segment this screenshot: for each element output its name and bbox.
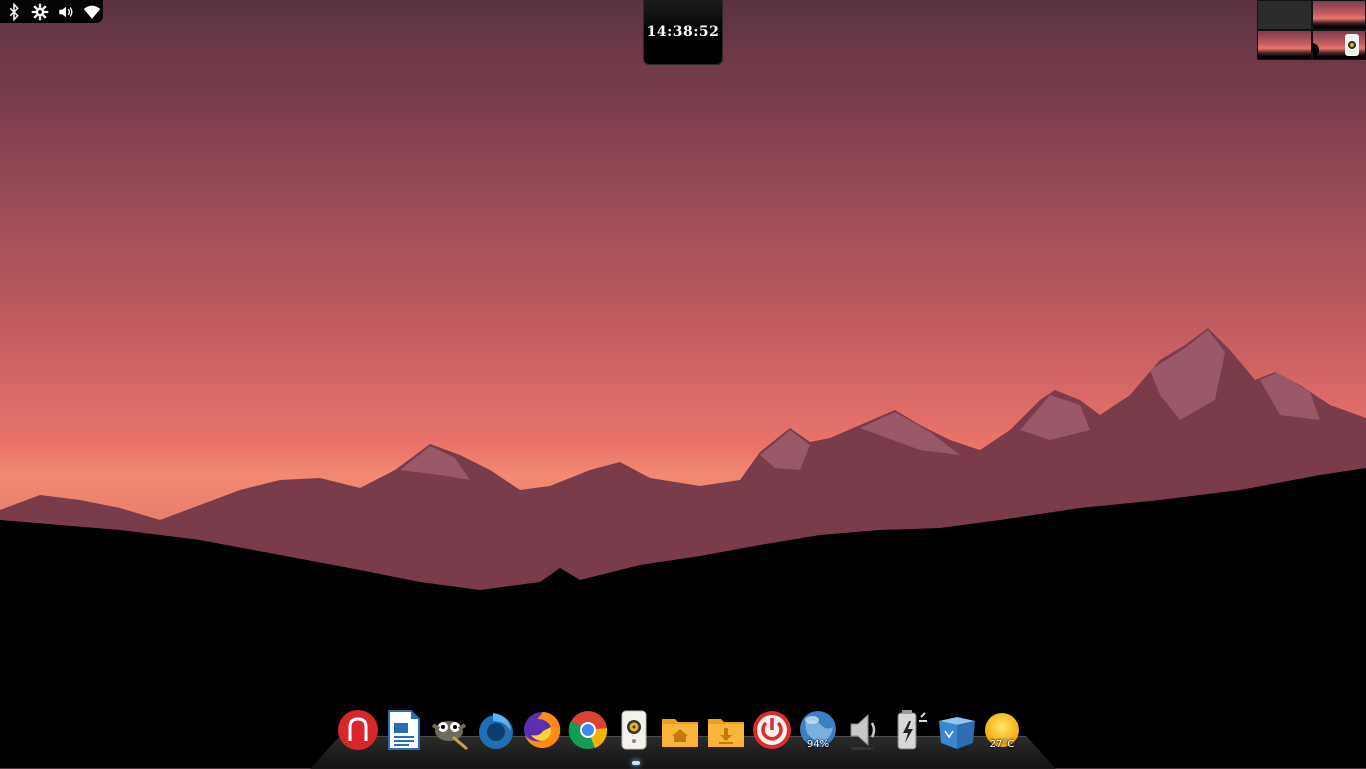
dock-launcher[interactable]	[337, 708, 379, 752]
network-percent-label: 94%	[806, 739, 830, 750]
settings-gear-icon[interactable]	[30, 2, 50, 22]
chrome-icon	[568, 711, 608, 749]
home-folder-icon	[662, 719, 698, 747]
volume-icon[interactable]	[56, 2, 76, 22]
dock-network[interactable]: 94%	[797, 708, 839, 752]
downloads-folder-icon	[708, 719, 744, 747]
power-icon	[753, 711, 791, 749]
dock-downloads-folder[interactable]	[705, 708, 747, 752]
bird-icon	[479, 713, 513, 749]
dock-home-folder[interactable]	[659, 708, 701, 752]
workspace-2[interactable]	[1312, 1, 1365, 29]
dock-trash[interactable]	[935, 708, 977, 752]
red-arch-icon	[338, 710, 378, 750]
dock-music-player[interactable]	[613, 708, 655, 752]
dock-power[interactable]	[751, 708, 793, 752]
clock-widget[interactable]: 14:38:52	[643, 0, 723, 65]
recycle-bin-icon	[939, 717, 975, 749]
system-tray	[0, 0, 103, 23]
dock-thunderbird[interactable]	[475, 708, 517, 752]
speaker-volume-icon	[850, 713, 876, 750]
workspace-window-count-badge: 1	[1312, 43, 1319, 57]
firefox-icon	[524, 711, 561, 748]
dock-gimp[interactable]	[429, 708, 471, 752]
workspace-4[interactable]: 1	[1312, 31, 1365, 59]
speaker-icon	[621, 710, 647, 750]
desktop-wallpaper	[0, 328, 1366, 768]
battery-charging-icon	[897, 710, 927, 750]
speaker-app-thumbnail-icon	[1345, 34, 1359, 56]
gimp-icon	[431, 721, 468, 751]
weather-temperature-label: 27°C	[989, 739, 1015, 750]
dock-chrome[interactable]	[567, 708, 609, 752]
workspace-3[interactable]	[1258, 31, 1311, 59]
dock-volume[interactable]	[843, 708, 885, 752]
dock-weather[interactable]: 27°C	[981, 708, 1023, 752]
workspace-pager[interactable]: 1	[1257, 0, 1366, 60]
clock-time: 14:38:52	[646, 24, 720, 40]
dock-battery[interactable]	[889, 708, 931, 752]
dock-libreoffice-writer[interactable]	[383, 708, 425, 752]
bluetooth-icon[interactable]	[4, 2, 24, 22]
document-icon	[388, 710, 420, 750]
dock-firefox[interactable]	[521, 708, 563, 752]
dock: 94% 27°C	[337, 706, 1023, 752]
wifi-icon[interactable]	[82, 2, 102, 22]
workspace-1[interactable]	[1258, 1, 1311, 29]
dock-running-indicator	[632, 761, 640, 765]
